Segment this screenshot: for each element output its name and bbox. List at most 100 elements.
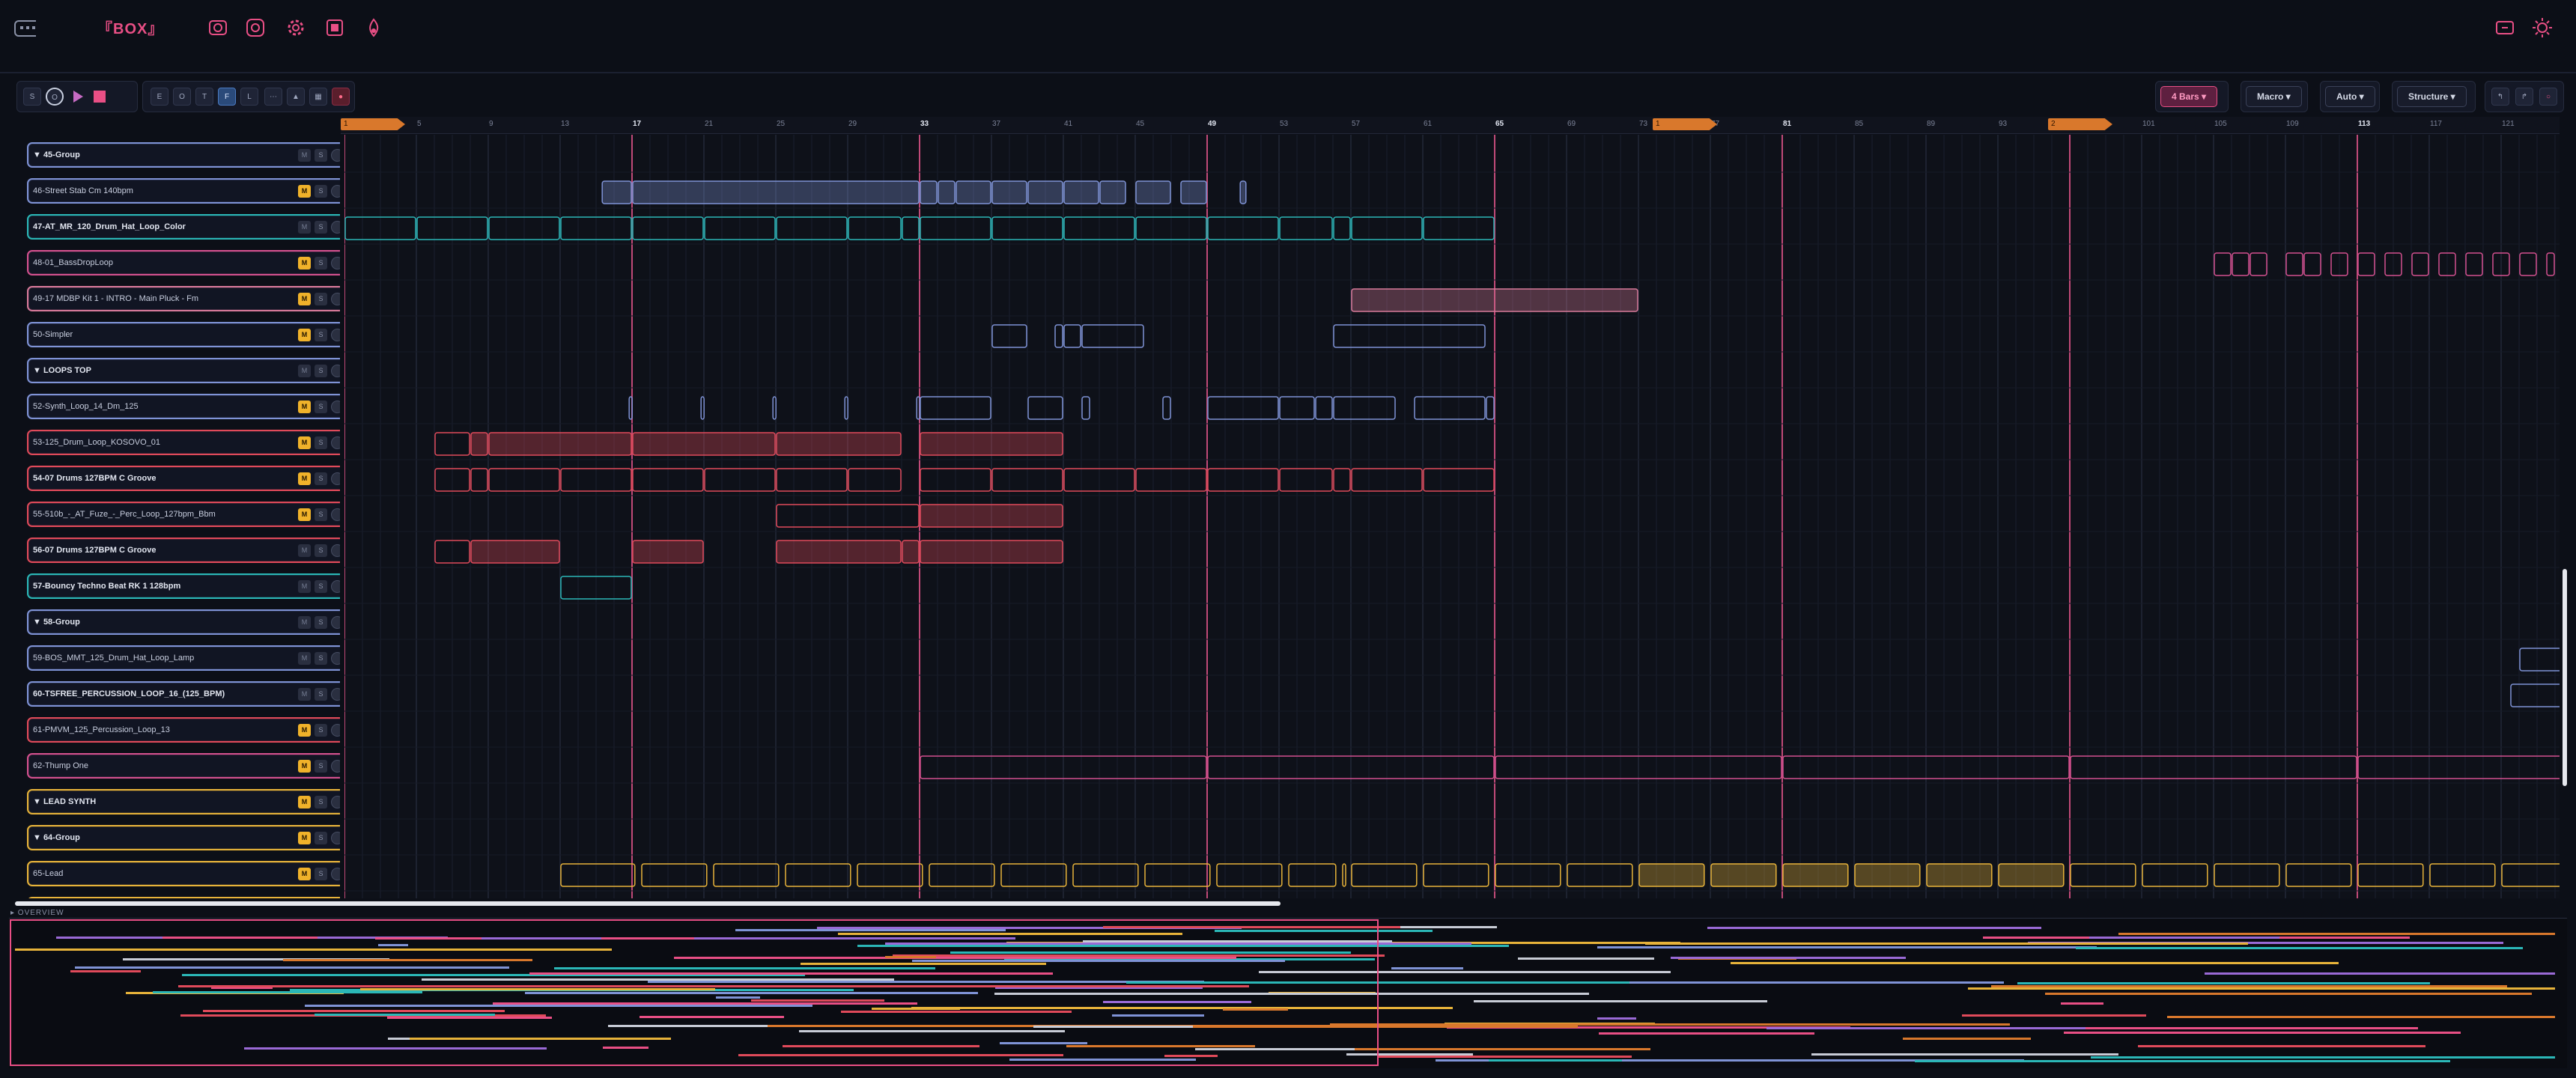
solo-button[interactable]: S: [315, 652, 327, 665]
track-header[interactable]: 61-PMVM_125_Percussion_Loop_13 M S: [27, 717, 340, 743]
mute-button[interactable]: M: [298, 580, 311, 593]
arm-button[interactable]: [331, 724, 340, 737]
bars-select[interactable]: 4 Bars ▾: [2160, 86, 2218, 107]
arm-button[interactable]: [331, 832, 340, 844]
undo-button[interactable]: ↰: [2491, 88, 2509, 106]
arm-button[interactable]: [331, 472, 340, 485]
arm-button[interactable]: [331, 544, 340, 557]
mute-button[interactable]: M: [298, 149, 311, 162]
arm-button[interactable]: [331, 652, 340, 665]
mute-button[interactable]: M: [298, 616, 311, 629]
arm-button[interactable]: [331, 401, 340, 413]
solo-button[interactable]: S: [315, 293, 327, 305]
arm-button[interactable]: [331, 760, 340, 773]
overview-panel[interactable]: [9, 918, 2567, 1068]
arm-button[interactable]: [331, 329, 340, 341]
solo-button[interactable]: S: [315, 221, 327, 234]
locator-marker[interactable]: 2: [2048, 118, 2112, 130]
group-track-header[interactable]: ▼ LEAD SYNTH M S: [27, 789, 340, 814]
mute-button[interactable]: M: [298, 472, 311, 485]
auto-select[interactable]: Auto ▾: [2325, 86, 2375, 107]
arm-button[interactable]: [331, 616, 340, 629]
tool-arrow-button[interactable]: ▲: [287, 88, 305, 106]
locator-marker[interactable]: 1: [1653, 118, 1717, 130]
track-header[interactable]: 62-Thump One M S: [27, 753, 340, 779]
mute-button[interactable]: M: [298, 329, 311, 341]
track-header[interactable]: 57-Bouncy Techno Beat RK 1 128bpm M S: [27, 573, 340, 599]
mute-button[interactable]: M: [298, 508, 311, 521]
track-header[interactable]: 49-17 MDBP Kit 1 - INTRO - Main Pluck - …: [27, 286, 340, 311]
group-track-header[interactable]: ▼ LOOPS TOP M S: [27, 358, 340, 383]
tool-record-button[interactable]: ●: [332, 88, 350, 106]
group-track-header[interactable]: ▼ 64-Group M S: [27, 825, 340, 850]
arm-button[interactable]: [331, 868, 340, 880]
mute-button[interactable]: M: [298, 652, 311, 665]
track-header[interactable]: 60-TSFREE_PERCUSSION_LOOP_16_(125_BPM) M S: [27, 681, 340, 707]
solo-button[interactable]: S: [315, 616, 327, 629]
sun-icon[interactable]: [2531, 16, 2554, 39]
arm-button[interactable]: [331, 580, 340, 593]
gear-icon[interactable]: [285, 16, 307, 39]
macro-select[interactable]: Macro ▾: [2246, 86, 2302, 107]
arm-button[interactable]: [331, 257, 340, 270]
track-header[interactable]: 65-Lead M S: [27, 861, 340, 886]
mute-button[interactable]: M: [298, 257, 311, 270]
solo-button[interactable]: S: [315, 149, 327, 162]
track-header[interactable]: 46-Street Stab Cm 140bpm M S: [27, 178, 340, 204]
track-header[interactable]: 66-LeadMS: [27, 897, 340, 898]
solo-button[interactable]: S: [315, 760, 327, 773]
track-header[interactable]: 52-Synth_Loop_14_Dm_125 M S: [27, 394, 340, 419]
stop-square-icon[interactable]: [323, 16, 346, 39]
arm-button[interactable]: [331, 185, 340, 198]
locator-marker[interactable]: 1: [341, 118, 405, 130]
arm-button[interactable]: [331, 365, 340, 377]
arm-button[interactable]: [331, 796, 340, 808]
arrangement-view[interactable]: [344, 135, 2560, 898]
stop-button[interactable]: [91, 88, 109, 106]
solo-button[interactable]: S: [315, 832, 327, 844]
mute-button[interactable]: M: [298, 544, 311, 557]
arm-button[interactable]: [331, 508, 340, 521]
structure-select[interactable]: Structure ▾: [2397, 86, 2467, 107]
mute-button[interactable]: M: [298, 436, 311, 449]
vertical-scrollbar[interactable]: [2563, 569, 2567, 786]
arrangement-clips[interactable]: [344, 135, 2560, 898]
tool-split-button[interactable]: ⋯: [264, 88, 282, 106]
solo-button[interactable]: S: [315, 544, 327, 557]
tool-t-button[interactable]: T: [195, 88, 213, 106]
mute-button[interactable]: M: [298, 868, 311, 880]
arm-button[interactable]: [331, 688, 340, 701]
overview-label[interactable]: ▸ OVERVIEW: [10, 909, 64, 917]
solo-button[interactable]: S: [315, 329, 327, 341]
tool-erase-button[interactable]: E: [151, 88, 168, 106]
tool-o-button[interactable]: O: [173, 88, 191, 106]
mute-button[interactable]: M: [298, 832, 311, 844]
overdub-button[interactable]: O: [46, 88, 64, 106]
mute-button[interactable]: M: [298, 724, 311, 737]
tool-f-button[interactable]: F: [218, 88, 236, 106]
timeline-ruler[interactable]: 1591317212529333741454953576165697377818…: [341, 117, 2560, 134]
group-track-header[interactable]: ▼ 58-Group M S: [27, 609, 340, 635]
solo-button[interactable]: S: [315, 580, 327, 593]
mute-button[interactable]: M: [298, 221, 311, 234]
arm-button[interactable]: [331, 436, 340, 449]
overview-minimap[interactable]: [9, 919, 2567, 1068]
mute-button[interactable]: M: [298, 796, 311, 808]
track-header[interactable]: 48-01_BassDropLoop M S: [27, 250, 340, 275]
instagram-icon[interactable]: [244, 16, 267, 39]
solo-button[interactable]: S: [315, 796, 327, 808]
arm-button[interactable]: [331, 149, 340, 162]
solo-button[interactable]: S: [315, 365, 327, 377]
track-header[interactable]: 54-07 Drums 127BPM C Groove M S: [27, 466, 340, 491]
tool-l-button[interactable]: L: [240, 88, 258, 106]
arm-button[interactable]: [331, 221, 340, 234]
track-header[interactable]: 50-Simpler M S: [27, 322, 340, 347]
resize-icon[interactable]: [2494, 16, 2516, 39]
camera-icon[interactable]: [207, 16, 229, 39]
track-header[interactable]: 55-510b_-_AT_Fuze_-_Perc_Loop_127bpm_Bbm…: [27, 502, 340, 527]
tool-grid-button[interactable]: ▦: [309, 88, 327, 106]
arm-button[interactable]: [331, 293, 340, 305]
keyboard-icon[interactable]: [13, 18, 36, 40]
solo-button[interactable]: S: [315, 401, 327, 413]
solo-button[interactable]: S: [315, 688, 327, 701]
